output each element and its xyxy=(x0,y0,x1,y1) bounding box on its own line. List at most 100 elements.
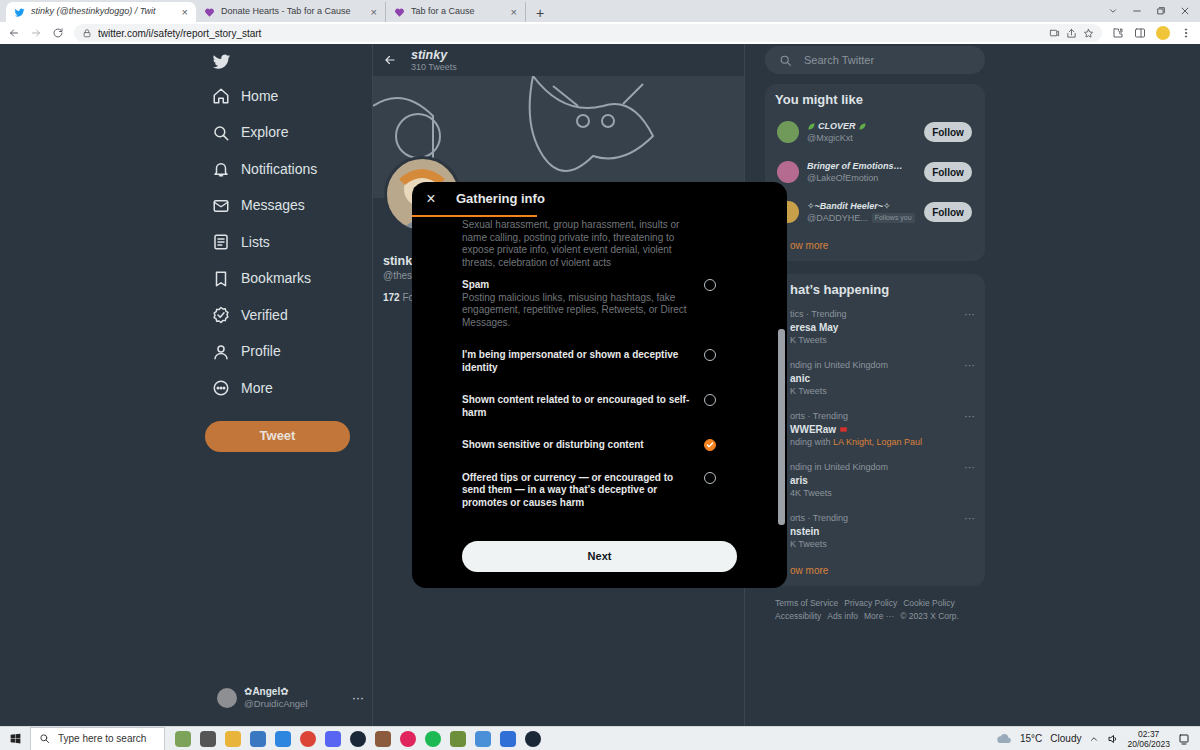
trend-topic-line[interactable]: aris xyxy=(790,474,964,487)
sidebar-item[interactable]: Explore xyxy=(205,115,372,152)
game-icon[interactable] xyxy=(375,731,391,747)
sidebar-item-label[interactable]: Messages xyxy=(241,195,305,216)
steam-icon[interactable] xyxy=(350,731,366,747)
trend-topic[interactable]: eresa May xyxy=(790,321,838,334)
trend-topic[interactable]: aris xyxy=(790,474,808,487)
temperature[interactable]: 15°C xyxy=(1020,731,1042,746)
radio-button[interactable] xyxy=(704,394,716,406)
back-arrow-icon[interactable] xyxy=(383,53,397,67)
star-icon[interactable] xyxy=(1083,28,1094,39)
discord-icon[interactable] xyxy=(325,731,341,747)
radio-button[interactable] xyxy=(704,349,716,361)
trend-menu-button[interactable]: ··· xyxy=(964,461,975,500)
chevron-down-icon[interactable] xyxy=(1108,6,1118,16)
option-title[interactable]: Offered tips or currency — or encouraged… xyxy=(462,472,690,510)
sidebar-item-label[interactable]: Home xyxy=(241,86,278,107)
sidebar-item-label[interactable]: Notifications xyxy=(241,159,317,180)
option-title[interactable]: I'm being impersonated or shown a decept… xyxy=(462,349,690,374)
account-menu-button[interactable]: ··· xyxy=(352,689,364,707)
tab-label[interactable]: Donate Hearts - Tab for a Cause xyxy=(221,5,365,19)
scrollbar-thumb[interactable] xyxy=(778,329,785,525)
following-number[interactable]: 172 xyxy=(383,292,400,303)
trend-menu-button[interactable]: ··· xyxy=(964,512,975,551)
tab-close-button[interactable]: × xyxy=(371,7,377,18)
twitter-logo[interactable] xyxy=(205,44,372,78)
user-handle[interactable]: @LakeOfEmotion xyxy=(807,172,878,184)
trend-item[interactable]: nding in United KingdomanicK Tweets··· xyxy=(765,353,985,404)
follow-suggestion[interactable]: Bringer of Emotions…@LakeOfEmotionFollow xyxy=(765,152,985,192)
tab-label[interactable]: Tab for a Cause xyxy=(411,5,505,19)
radio-button[interactable] xyxy=(704,279,716,291)
report-option[interactable]: Offered tips or currency — or encouraged… xyxy=(462,462,716,520)
user-handle[interactable]: @MxgicKxt xyxy=(807,132,853,144)
launcher-icon[interactable] xyxy=(500,731,516,747)
trend-menu-button[interactable]: ··· xyxy=(964,410,975,449)
sidebar-item[interactable]: Home xyxy=(205,78,372,115)
volume-icon[interactable] xyxy=(1107,733,1119,745)
start-button[interactable] xyxy=(0,727,30,750)
report-option[interactable]: Shown content related to or encouraged t… xyxy=(462,384,716,429)
follow-button[interactable]: Follow xyxy=(924,122,972,142)
minecraft-icon[interactable] xyxy=(450,731,466,747)
browser-tab[interactable]: Donate Hearts - Tab for a Cause × xyxy=(196,2,386,22)
footer-link[interactable]: Ads info xyxy=(827,611,858,622)
account-avatar-icon[interactable] xyxy=(217,688,237,708)
launcher-icon[interactable] xyxy=(475,731,491,747)
sidebar-item-label[interactable]: Profile xyxy=(241,341,281,362)
sidebar-item-label[interactable]: Bookmarks xyxy=(241,268,311,289)
user-name[interactable]: Bringer of Emotions… xyxy=(807,160,903,172)
tab-close-button[interactable]: × xyxy=(511,7,517,18)
radio-button[interactable] xyxy=(704,439,716,451)
footer-link[interactable]: Cookie Policy xyxy=(903,598,955,609)
close-window-icon[interactable] xyxy=(1180,6,1190,16)
radio-button[interactable] xyxy=(704,472,716,484)
back-arrow-icon[interactable] xyxy=(8,27,20,39)
follow-button[interactable]: Follow xyxy=(924,202,972,222)
next-button[interactable]: Next xyxy=(462,541,737,572)
steam-icon[interactable] xyxy=(525,731,541,747)
trend-menu-button[interactable]: ··· xyxy=(964,308,975,347)
task-view-icon[interactable] xyxy=(200,731,216,747)
tab-label[interactable]: stinky (@thestinkydoggo) / Twit xyxy=(31,5,176,19)
footer-link[interactable]: More ··· xyxy=(864,611,894,622)
report-option[interactable]: I'm being impersonated or shown a decept… xyxy=(462,339,716,384)
user-name[interactable]: ✧~Bandit Heeler~✧ xyxy=(807,200,891,212)
pokeball-icon[interactable] xyxy=(400,731,416,747)
trend-menu-button[interactable]: ··· xyxy=(964,359,975,398)
weather-text[interactable]: Cloudy xyxy=(1050,731,1081,746)
trend-topic[interactable]: WWERaw xyxy=(790,423,836,436)
address-field[interactable]: twitter.com/i/safety/report_story_start xyxy=(74,24,1102,42)
search-input[interactable] xyxy=(802,51,985,70)
notification-icon[interactable] xyxy=(1178,733,1190,745)
sidebar-item[interactable]: Messages xyxy=(205,188,372,225)
address-text[interactable]: twitter.com/i/safety/report_story_start xyxy=(98,26,1043,41)
tray-chevron-icon[interactable] xyxy=(1089,734,1099,744)
sidebar-item[interactable]: Verified xyxy=(205,297,372,334)
scrollbar-track[interactable] xyxy=(778,218,785,525)
option-title[interactable]: Shown sensitive or disturbing content xyxy=(462,439,690,452)
account-switcher[interactable]: ✿Angel✿@DruidicAngel··· xyxy=(205,686,372,710)
tweet-button[interactable]: Tweet xyxy=(205,421,350,452)
trend-item[interactable]: orts · TrendingnsteinK Tweets··· xyxy=(765,506,985,557)
user-name[interactable]: CLOVER xyxy=(818,120,856,132)
footer-link[interactable]: Privacy Policy xyxy=(844,598,897,609)
footer-link[interactable]: Terms of Service xyxy=(775,598,838,609)
sidebar-item-label[interactable]: Verified xyxy=(241,305,288,326)
forward-arrow-icon[interactable] xyxy=(30,27,42,39)
trend-item[interactable]: nding in United Kingdomaris4K Tweets··· xyxy=(765,455,985,506)
follow-suggestion[interactable]: ✧~Bandit Heeler~✧@DADDYHE...Follows youF… xyxy=(765,192,985,232)
show-more-link[interactable]: ow more xyxy=(765,557,985,586)
clock[interactable]: 02:3720/06/2023 xyxy=(1127,729,1170,749)
footer-link[interactable]: Accessibility xyxy=(775,611,821,622)
new-tab-button[interactable]: + xyxy=(526,6,554,22)
user-handle[interactable]: @DADDYHE... xyxy=(807,212,868,224)
restore-icon[interactable] xyxy=(1156,6,1166,16)
mail-icon[interactable] xyxy=(275,731,291,747)
sidebar-item-label[interactable]: More xyxy=(241,378,273,399)
tab-close-button[interactable]: × xyxy=(182,7,188,18)
user-avatar-icon[interactable] xyxy=(777,161,799,183)
clock-time[interactable]: 02:37 xyxy=(1127,729,1170,739)
browser-tab[interactable]: Tab for a Cause × xyxy=(386,2,526,22)
follow-suggestion[interactable]: CLOVER@MxgicKxt Follow xyxy=(765,112,985,152)
spotify-icon[interactable] xyxy=(425,731,441,747)
